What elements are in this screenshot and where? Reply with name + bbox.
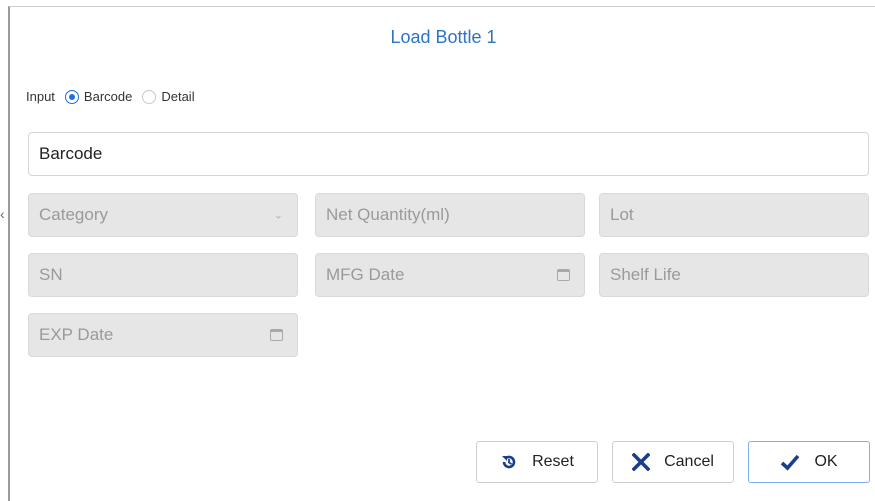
net-quantity-placeholder: Net Quantity(ml)	[326, 205, 450, 224]
net-quantity-input[interactable]: Net Quantity(ml)	[315, 193, 585, 237]
barcode-radio-label[interactable]: Barcode	[84, 89, 132, 104]
input-label: Input	[26, 89, 55, 104]
detail-radio-label[interactable]: Detail	[161, 89, 194, 104]
load-bottle-dialog: Load Bottle 1 Input Barcode Detail Barco…	[8, 6, 875, 501]
cancel-label: Cancel	[664, 453, 714, 470]
checkmark-icon	[780, 453, 800, 471]
sn-placeholder: SN	[39, 265, 63, 284]
mfg-date-input[interactable]: MFG Date	[315, 253, 585, 297]
cancel-button[interactable]: Cancel	[612, 441, 734, 483]
exp-date-placeholder: EXP Date	[39, 325, 114, 344]
calendar-icon[interactable]	[557, 269, 570, 281]
shelf-life-input[interactable]: Shelf Life	[599, 253, 869, 297]
detail-radio[interactable]	[142, 89, 157, 104]
lot-placeholder: Lot	[610, 205, 634, 224]
calendar-icon[interactable]	[270, 329, 283, 341]
chevron-down-icon: ⌄	[273, 209, 283, 222]
shelf-life-placeholder: Shelf Life	[610, 265, 681, 284]
reset-button[interactable]: Reset	[476, 441, 598, 483]
window-edge-marker: ‹	[0, 206, 5, 222]
ok-label: OK	[814, 453, 838, 470]
input-mode-row: Input Barcode Detail	[26, 89, 195, 104]
dialog-title: Load Bottle 1	[390, 27, 497, 47]
reset-label: Reset	[532, 453, 574, 470]
category-placeholder: Category	[39, 205, 108, 224]
exp-date-input[interactable]: EXP Date	[28, 313, 298, 357]
lot-input[interactable]: Lot	[599, 193, 869, 237]
sn-input[interactable]: SN	[28, 253, 298, 297]
reset-icon	[500, 453, 518, 471]
category-select[interactable]: Category ⌄	[28, 193, 298, 237]
barcode-input-placeholder: Barcode	[39, 144, 103, 163]
ok-button[interactable]: OK	[748, 441, 870, 483]
barcode-radio[interactable]	[64, 89, 79, 104]
mfg-date-placeholder: MFG Date	[326, 265, 405, 284]
barcode-input[interactable]: Barcode	[28, 132, 869, 176]
x-icon	[632, 453, 651, 471]
